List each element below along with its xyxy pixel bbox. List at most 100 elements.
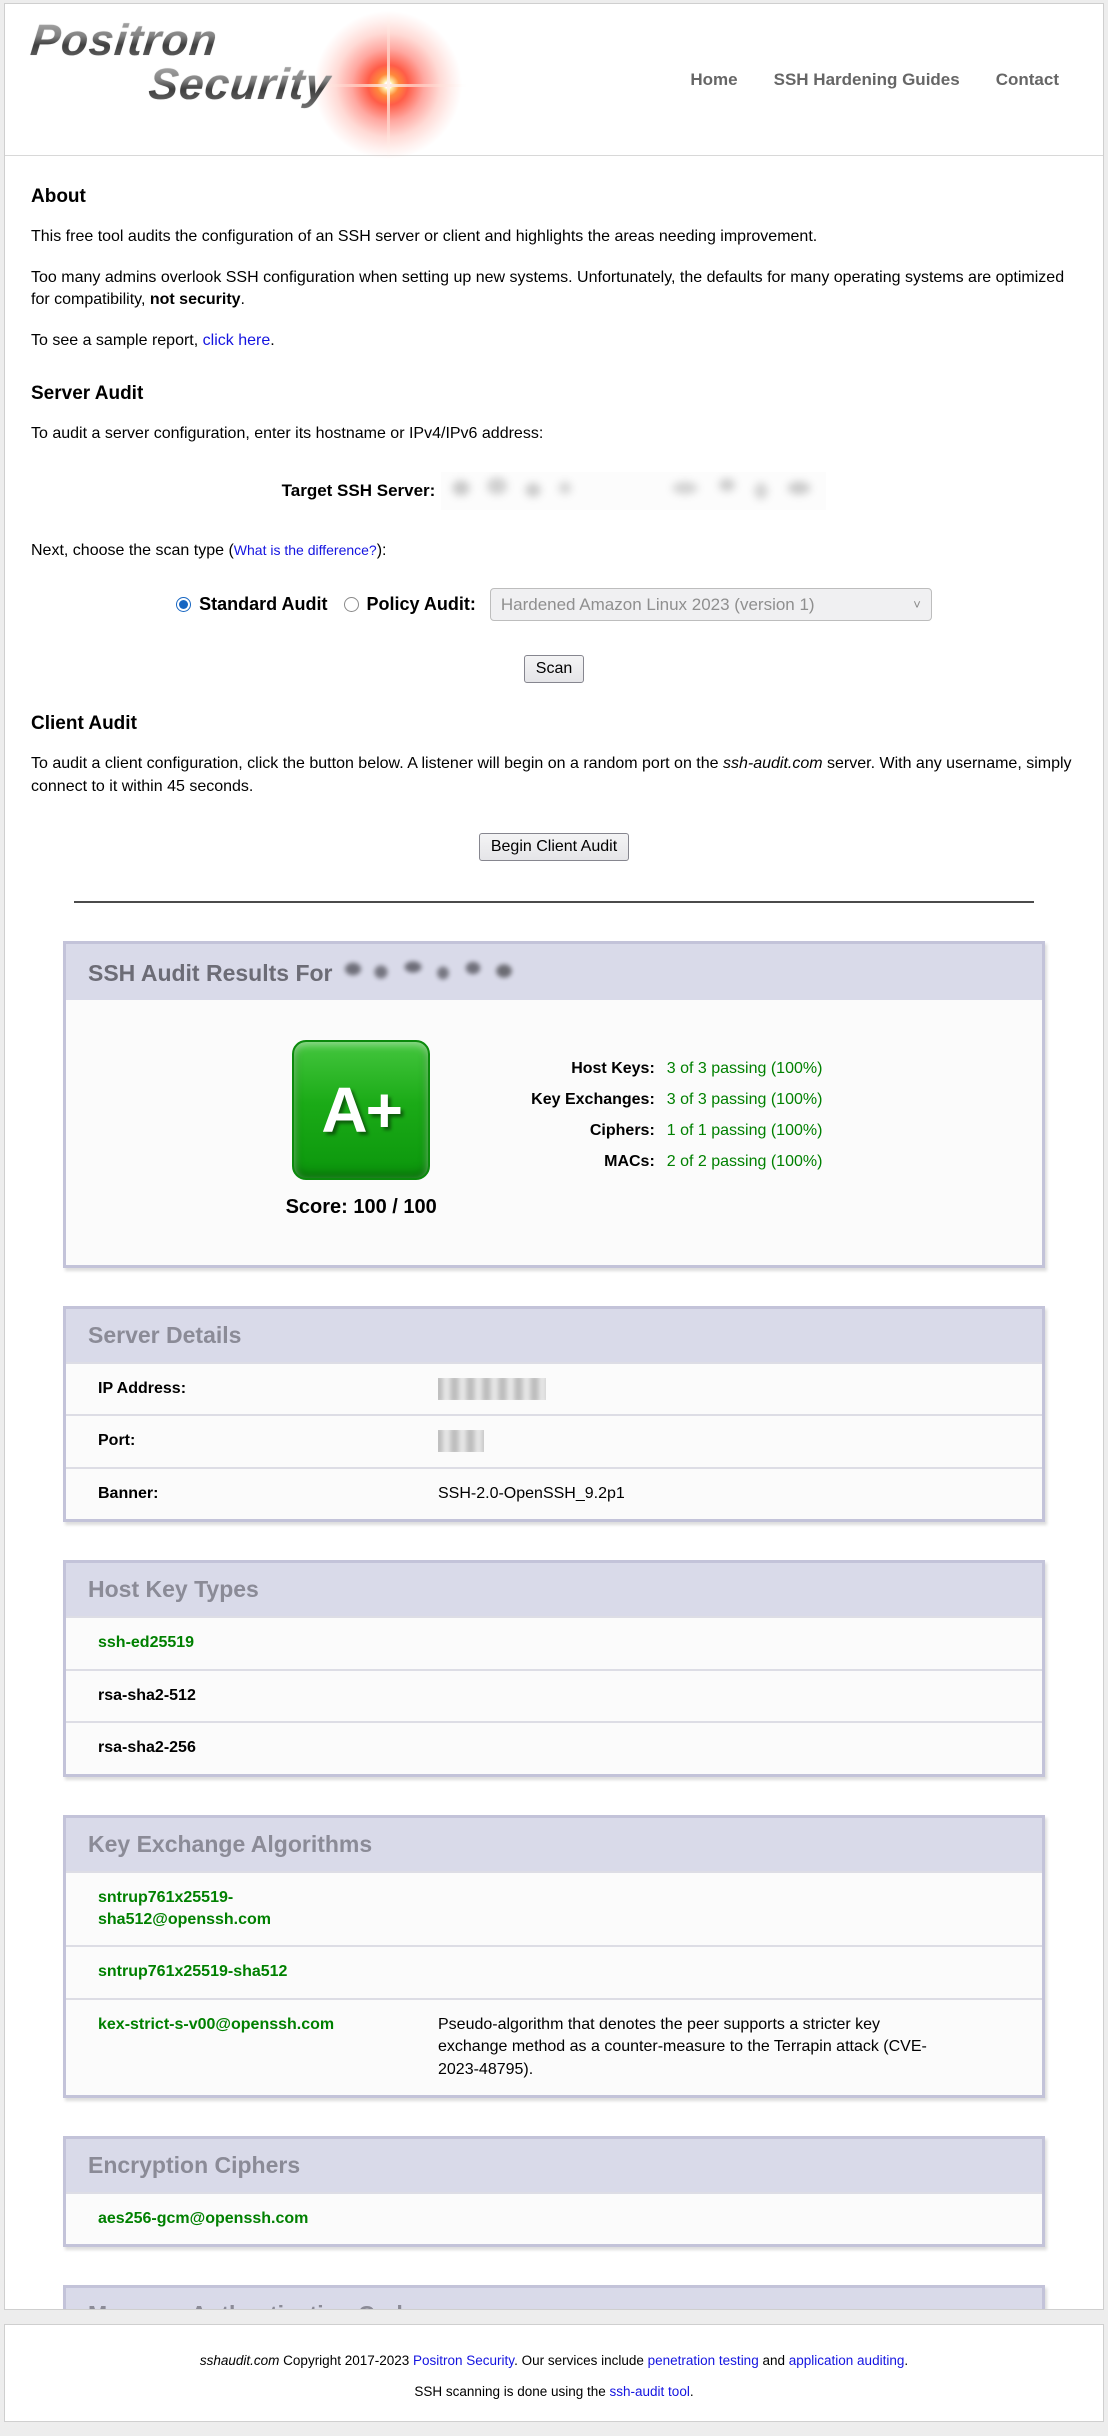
host-key-name: ssh-ed25519 xyxy=(98,1632,194,1654)
list-item: aes256-gcm@openssh.com xyxy=(66,2192,1042,2244)
list-item: rsa-sha2-256 xyxy=(66,1721,1042,1773)
footer-appaudit-link[interactable]: application auditing xyxy=(789,2353,905,2368)
main-nav: Home SSH Hardening Guides Contact xyxy=(690,70,1059,90)
macs-header: Message Authentication Codes xyxy=(66,2288,1042,2310)
sample-report-text: To see a sample report, xyxy=(31,332,203,349)
list-item: kex-strict-s-v00@openssh.com Pseudo-algo… xyxy=(66,1998,1042,2095)
score-text: Score: 100 / 100 xyxy=(286,1196,437,1219)
stats-column: Host Keys: 3 of 3 passing (100%) Key Exc… xyxy=(485,1040,823,1219)
standard-audit-radio[interactable] xyxy=(176,597,191,612)
list-item: rsa-sha2-512 xyxy=(66,1669,1042,1721)
footer-positron-link[interactable]: Positron Security xyxy=(413,2353,514,2368)
nav-home[interactable]: Home xyxy=(690,70,737,90)
server-details-box: Server Details IP Address: Port: Banner:… xyxy=(63,1306,1045,1523)
key-exchange-header: Key Exchange Algorithms xyxy=(66,1818,1042,1871)
stat-value: 2 of 2 passing (100%) xyxy=(667,1153,823,1171)
stat-host-keys: Host Keys: 3 of 3 passing (100%) xyxy=(485,1060,823,1078)
stat-label: Key Exchanges: xyxy=(485,1091,655,1109)
stat-key-exchanges: Key Exchanges: 3 of 3 passing (100%) xyxy=(485,1091,823,1109)
results-box-header: SSH Audit Results For xyxy=(66,944,1042,1000)
port-value xyxy=(438,1430,484,1453)
scan-type-radio-row: Standard Audit Policy Audit: Hardened Am… xyxy=(31,588,1077,621)
chevron-down-icon: ˅ xyxy=(913,597,921,612)
target-server-row: Target SSH Server: xyxy=(31,472,1077,510)
host-key-name: rsa-sha2-512 xyxy=(98,1685,196,1707)
about-paragraph-1: This free tool audits the configuration … xyxy=(31,226,1077,249)
results-body: A+ Score: 100 / 100 Host Keys: 3 of 3 pa… xyxy=(66,1000,1042,1265)
footer-pentest-link[interactable]: penetration testing xyxy=(648,2353,759,2368)
sample-report-period: . xyxy=(270,332,274,349)
table-row: IP Address: xyxy=(66,1362,1042,1415)
client-audit-heading: Client Audit xyxy=(31,713,1077,735)
scan-type-text: Next, choose the scan type ( xyxy=(31,542,234,559)
about-p2-period: . xyxy=(241,291,245,308)
stat-macs: MACs: 2 of 2 passing (100%) xyxy=(485,1153,823,1171)
footer-services-text: . Our services include xyxy=(514,2353,648,2368)
censored-port xyxy=(438,1430,484,1452)
banner-value: SSH-2.0-OpenSSH_9.2p1 xyxy=(438,1483,625,1505)
results-title: SSH Audit Results For xyxy=(88,960,333,986)
about-heading: About xyxy=(31,186,1077,208)
client-audit-button-row: Begin Client Audit xyxy=(31,833,1077,861)
footer-period-2: . xyxy=(690,2384,694,2399)
footer-and-text: and xyxy=(759,2353,789,2368)
footer-scanning-text: SSH scanning is done using the xyxy=(414,2384,609,2399)
logo-line-2: Security xyxy=(146,60,333,110)
encryption-ciphers-header: Encryption Ciphers xyxy=(66,2139,1042,2192)
results-divider xyxy=(74,901,1034,903)
cipher-name: aes256-gcm@openssh.com xyxy=(98,2208,308,2230)
kex-note: Pseudo-algorithm that denotes the peer s… xyxy=(438,2014,943,2081)
server-audit-heading: Server Audit xyxy=(31,383,1077,405)
policy-select[interactable]: Hardened Amazon Linux 2023 (version 1) ˅ xyxy=(490,588,932,621)
about-p2-bold: not security xyxy=(150,291,241,308)
host-key-types-box: Host Key Types ssh-ed25519 rsa-sha2-512 … xyxy=(63,1560,1045,1776)
footer: sshaudit.com Copyright 2017-2023 Positro… xyxy=(4,2324,1104,2422)
list-item: sntrup761x25519-sha512@openssh.com xyxy=(66,1871,1042,1946)
table-row: Banner: SSH-2.0-OpenSSH_9.2p1 xyxy=(66,1467,1042,1519)
footer-line-1: sshaudit.com Copyright 2017-2023 Positro… xyxy=(5,2353,1103,2368)
sample-report-link[interactable]: click here xyxy=(203,332,271,349)
nav-ssh-hardening-guides[interactable]: SSH Hardening Guides xyxy=(774,70,960,90)
stat-label: Host Keys: xyxy=(485,1060,655,1078)
logo-line-1: Positron xyxy=(28,16,220,66)
begin-client-audit-button[interactable]: Begin Client Audit xyxy=(479,833,629,861)
footer-line-2: SSH scanning is done using the ssh-audit… xyxy=(5,2384,1103,2399)
grade-column: A+ Score: 100 / 100 xyxy=(286,1040,437,1219)
stat-ciphers: Ciphers: 1 of 1 passing (100%) xyxy=(485,1122,823,1140)
nav-contact[interactable]: Contact xyxy=(996,70,1059,90)
footer-ssh-audit-tool-link[interactable]: ssh-audit tool xyxy=(610,2384,690,2399)
stat-value: 1 of 1 passing (100%) xyxy=(667,1122,823,1140)
stat-label: Ciphers: xyxy=(485,1122,655,1140)
target-server-label: Target SSH Server: xyxy=(282,481,436,501)
results-box: SSH Audit Results For A+ Score: 100 / 10… xyxy=(63,941,1045,1268)
host-key-types-header: Host Key Types xyxy=(66,1563,1042,1616)
scan-button[interactable]: Scan xyxy=(524,655,584,683)
ip-address-label: IP Address: xyxy=(98,1378,438,1401)
server-audit-intro: To audit a server configuration, enter i… xyxy=(31,423,1077,446)
kex-name: sntrup761x25519-sha512 xyxy=(98,1961,287,1983)
host-key-name: rsa-sha2-256 xyxy=(98,1737,196,1759)
client-audit-text: To audit a client configuration, click t… xyxy=(31,755,723,772)
scan-type-line: Next, choose the scan type (What is the … xyxy=(31,540,1077,563)
table-row: Port: xyxy=(66,1414,1042,1467)
banner-label: Banner: xyxy=(98,1483,438,1505)
footer-period: . xyxy=(904,2353,908,2368)
site-header: Positron Security Home SSH Hardening Gui… xyxy=(5,4,1103,156)
policy-audit-label: Policy Audit: xyxy=(367,594,476,615)
censored-hostname xyxy=(343,957,521,987)
macs-box: Message Authentication Codes hmac-sha2-5… xyxy=(63,2285,1045,2310)
scan-type-suffix: ): xyxy=(377,542,387,559)
main-panel: Positron Security Home SSH Hardening Gui… xyxy=(4,3,1104,2310)
list-item: ssh-ed25519 xyxy=(66,1616,1042,1668)
target-server-input[interactable] xyxy=(441,472,826,510)
kex-name: kex-strict-s-v00@openssh.com xyxy=(98,2014,334,2036)
port-label: Port: xyxy=(98,1430,438,1453)
scan-type-difference-link[interactable]: What is the difference? xyxy=(234,542,377,558)
about-paragraph-3: To see a sample report, click here. xyxy=(31,330,1077,353)
policy-audit-radio[interactable] xyxy=(344,597,359,612)
grade-value: A+ xyxy=(321,1073,401,1147)
scan-button-row: Scan xyxy=(31,655,1077,683)
about-paragraph-2: Too many admins overlook SSH configurati… xyxy=(31,267,1077,312)
positron-security-logo: Positron Security xyxy=(31,16,461,144)
server-details-header: Server Details xyxy=(66,1309,1042,1362)
